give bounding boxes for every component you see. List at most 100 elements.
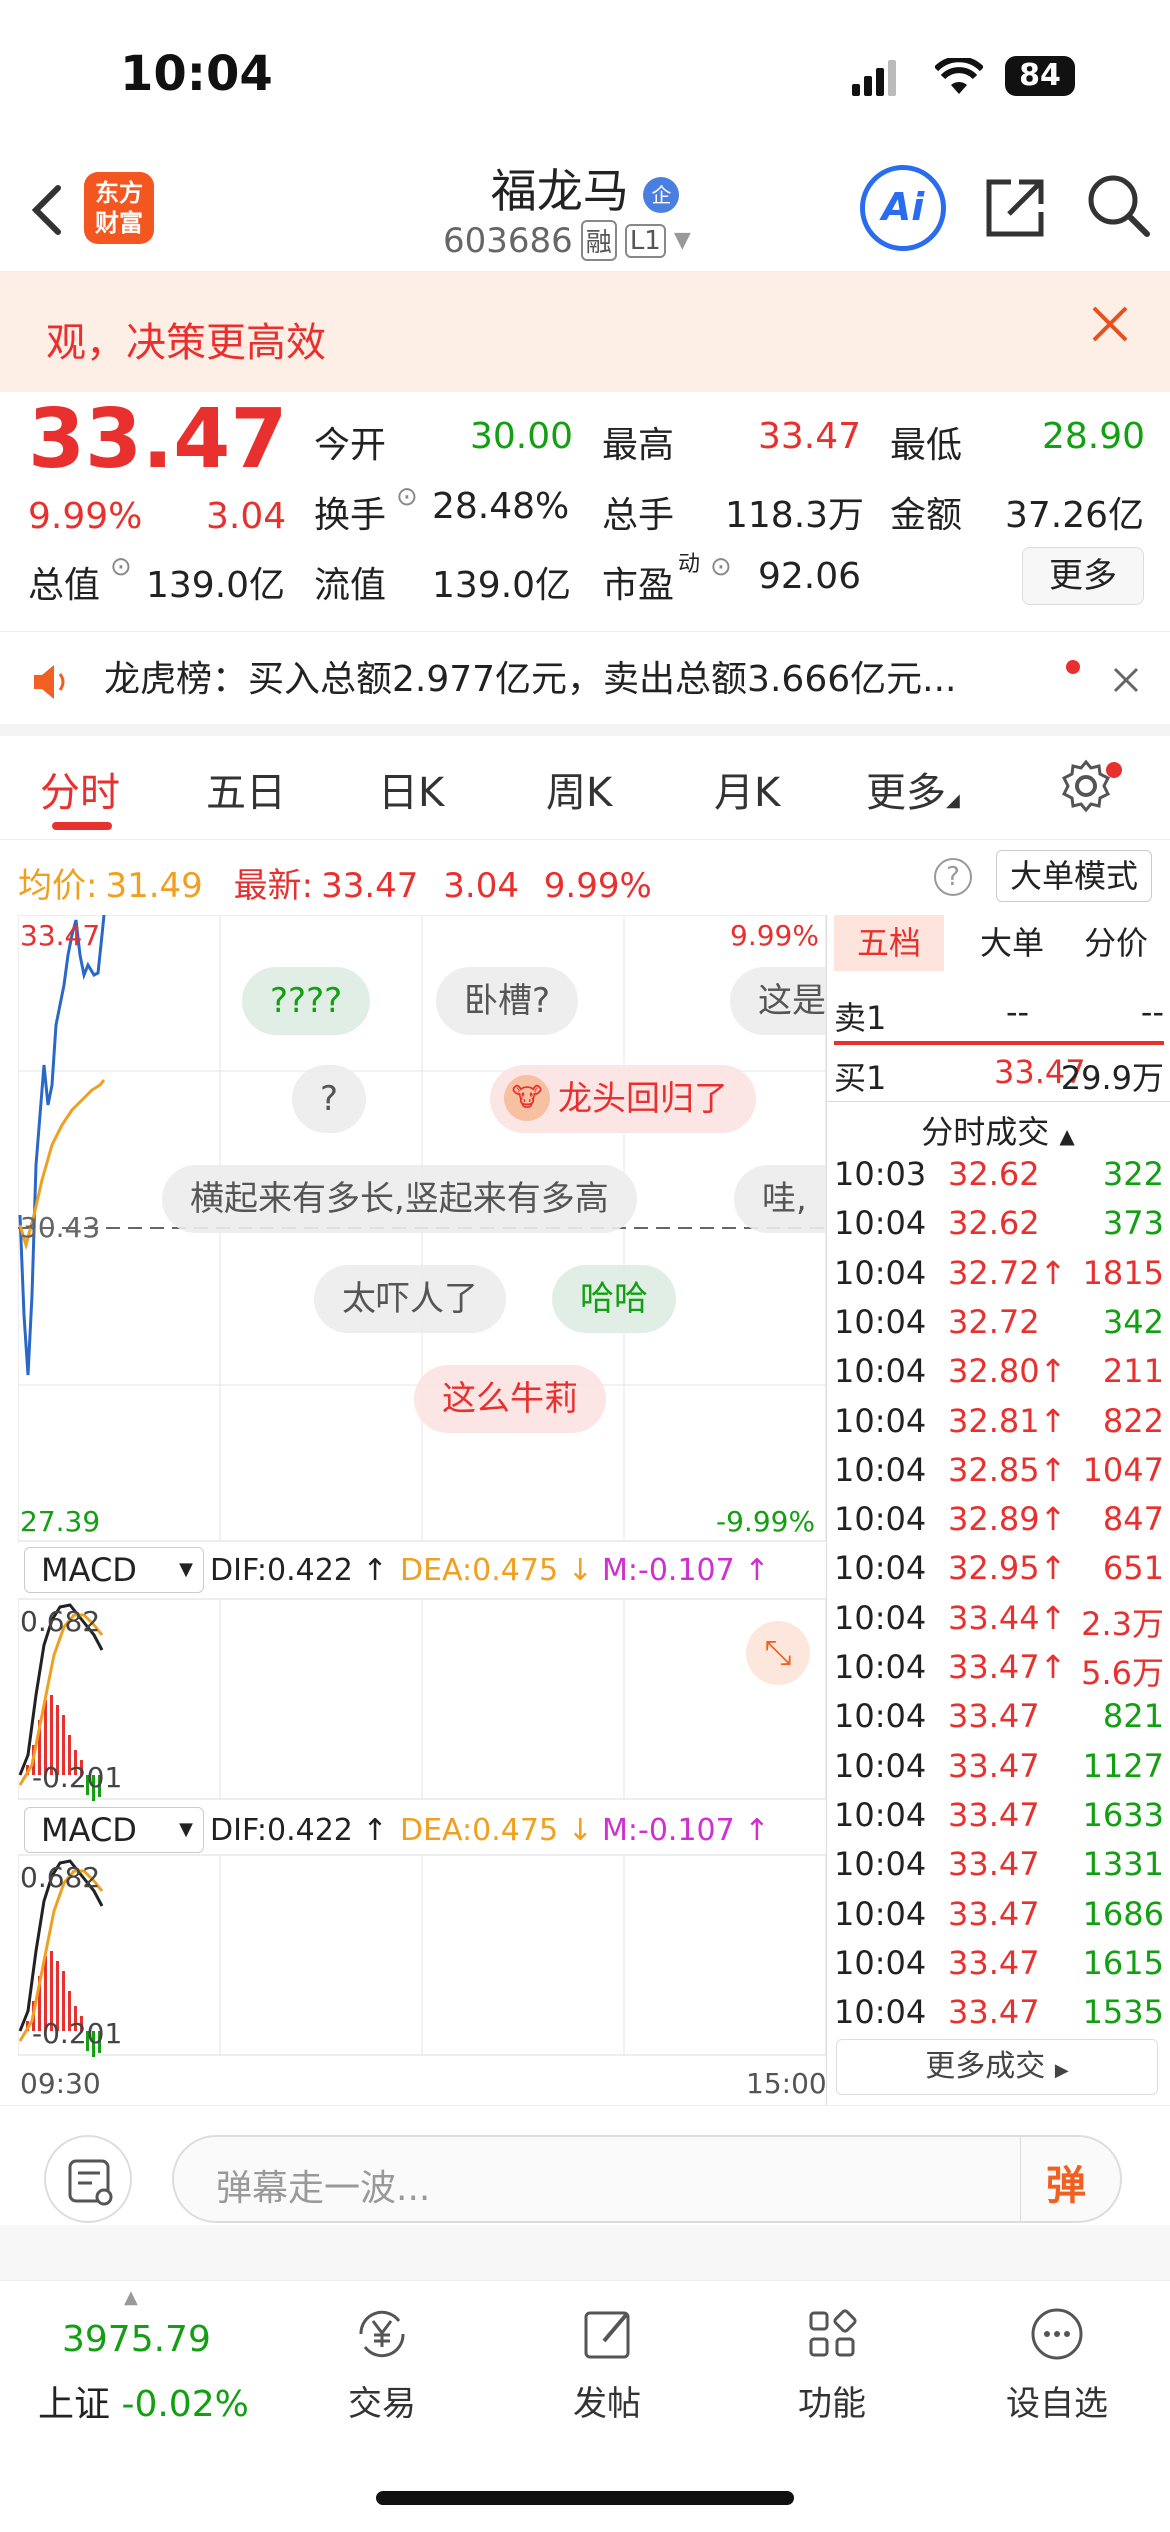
tab-daily-k[interactable]: 日K (378, 760, 444, 818)
tab-functions[interactable]: 功能 (762, 2301, 902, 2425)
tick-row: 10:04 33.47 1686 (834, 1895, 1164, 1943)
book-divider (834, 1041, 1164, 1045)
big-order-mode-button[interactable]: 大单模式 (996, 850, 1152, 902)
time-start-label: 09:30 (20, 2067, 101, 2100)
pe-label: 市盈 (602, 565, 675, 606)
tick-volume: 1815 (1082, 1253, 1164, 1292)
macd-selector[interactable]: MACD ▼ (24, 1547, 204, 1593)
danmu-bubble[interactable]: 🐮 龙头回归了 (490, 1065, 756, 1133)
tick-volume: 2.3万 (1081, 1604, 1164, 1643)
danmu-toggle-button[interactable]: 弹 (1046, 2153, 1086, 2211)
tick-time: 10:04 (834, 1795, 927, 1834)
tick-time: 10:04 (834, 1500, 927, 1539)
bottom-tab-bar: ▲ 3975.79 上证 -0.02% 交易 发帖 功能 设自选 (0, 2280, 1170, 2532)
macd-bottom-label: -0.201 (32, 1761, 123, 1794)
danmu-bubble[interactable]: 哇, (734, 1165, 826, 1233)
tick-price: 32.62 (948, 1155, 1040, 1193)
danmu-input[interactable]: 弹幕走一波... 弹 (172, 2135, 1122, 2223)
macd-name: MACD (41, 1551, 137, 1589)
index-ticker[interactable]: 上证 -0.02% (38, 2375, 249, 2427)
danmu-bubble[interactable]: 哈哈 (552, 1265, 676, 1333)
stock-code: 603686 (443, 220, 573, 261)
ai-button[interactable]: Ai (860, 165, 946, 251)
tick-row: 10:04 32.89↑ 847 (834, 1500, 1164, 1548)
volume-label: 总手 (602, 495, 675, 536)
stock-code-row[interactable]: 603686 融 L1 ▼ (443, 220, 691, 261)
pe-value: 92.06 (758, 556, 862, 597)
index-pct: -0.02% (121, 2384, 249, 2425)
tick-price: 33.47 (948, 1894, 1040, 1933)
danmu-bubble[interactable]: ???? (242, 967, 371, 1035)
info-icon[interactable]: ⊙ (110, 552, 132, 582)
wifi-icon (935, 58, 983, 94)
macd-dif: DIF:0.422 ↑ (210, 1813, 388, 1848)
expand-icon[interactable]: ⤡ (746, 1621, 810, 1685)
price-high-label: 33.47 (20, 919, 101, 952)
more-button[interactable]: 更多 (1022, 547, 1144, 605)
tab-add-watchlist-label: 设自选 (1006, 2384, 1108, 2424)
tick-volume: 373 (1102, 1204, 1164, 1243)
index-value[interactable]: 3975.79 (62, 2319, 211, 2360)
danmu-bubble[interactable]: 这么牛莉 (414, 1365, 606, 1433)
tab-big-order[interactable]: 大单 (962, 915, 1062, 971)
tick-volume: 821 (1102, 1697, 1164, 1736)
tab-monthly-k[interactable]: 月K (714, 760, 780, 818)
turnover-label: 换手 (314, 495, 387, 536)
tick-volume: 1331 (1082, 1845, 1164, 1884)
more-ticks-button[interactable]: 更多成交 ▶ (836, 2039, 1158, 2095)
close-icon[interactable] (1112, 666, 1140, 694)
tick-volume: 1535 (1082, 1993, 1164, 2032)
macd-m: M:-0.107 ↑ (602, 1813, 770, 1848)
low-value: 28.90 (1042, 416, 1146, 457)
chart-tabs: 分时 五日 日K 周K 月K 更多◢ (0, 736, 1170, 840)
tab-price-dist[interactable]: 分价 (1066, 915, 1166, 971)
info-icon[interactable]: ⊙ (396, 482, 418, 512)
tab-more[interactable]: 更多◢ (866, 760, 960, 818)
latest-change: 3.04 (443, 866, 519, 906)
danmu-bubble[interactable]: 横起来有多长,竖起来有多高 (162, 1165, 637, 1233)
dragon-tiger-notice[interactable]: 龙虎榜：买入总额2.977亿元，卖出总额3.666亿元... (0, 632, 1170, 736)
macd-top-label: 0.682 (20, 1605, 101, 1638)
search-icon[interactable] (1085, 172, 1151, 238)
info-icon[interactable]: ⊙ (710, 552, 732, 582)
intraday-chart[interactable]: 33.47 9.99% 30.43 27.39 -9.99% ???? 卧槽? … (18, 915, 827, 2100)
sort-up-icon: ▲ (1059, 1124, 1075, 1148)
danmu-bubble[interactable]: ? (292, 1065, 367, 1133)
promo-banner[interactable]: 观，决策更高效 (0, 272, 1170, 392)
ticks-title[interactable]: 分时成交 ▲ (826, 1107, 1170, 1153)
tick-row: 10:04 32.81↑ 822 (834, 1402, 1164, 1450)
chevron-icon: ◢ (946, 790, 960, 811)
close-icon[interactable] (1088, 302, 1132, 346)
share-icon[interactable] (983, 176, 1047, 240)
battery-level: 84 (1019, 58, 1061, 93)
pct-low-label: -9.99% (716, 1505, 816, 1538)
danmu-bubble[interactable]: 太吓人了 (314, 1265, 506, 1333)
tab-weekly-k[interactable]: 周K (546, 760, 612, 818)
price-mid-label: 30.43 (20, 1211, 101, 1244)
danmu-text: 龙头回归了 (558, 1079, 728, 1119)
danmu-bubble[interactable]: 卧槽? (436, 967, 579, 1035)
macd-dif: DIF:0.422 ↑ (210, 1553, 388, 1588)
tab-five-level[interactable]: 五档 (834, 915, 944, 971)
tick-price: 33.47 (948, 1697, 1040, 1736)
spacer (0, 2225, 1170, 2280)
tab-underline (52, 822, 112, 830)
divider (0, 2105, 1170, 2106)
tick-time: 10:03 (834, 1155, 927, 1193)
danmu-bubble[interactable]: 这是 (730, 967, 826, 1035)
high-value: 33.47 (758, 416, 862, 457)
tab-post[interactable]: 发帖 (537, 2301, 677, 2425)
tab-add-watchlist[interactable]: 设自选 (987, 2301, 1127, 2425)
tab-trade[interactable]: 交易 (312, 2301, 452, 2425)
tick-row: 10:04 32.95↑ 651 (834, 1549, 1164, 1597)
tick-volume: 822 (1102, 1401, 1164, 1440)
note-icon-button[interactable] (44, 2135, 132, 2223)
turnover-value: 28.48% (432, 486, 570, 527)
sell-price: -- (1006, 993, 1030, 1031)
tab-five-day[interactable]: 五日 (206, 760, 286, 818)
tab-intraday[interactable]: 分时 (40, 760, 120, 818)
help-icon[interactable]: ? (934, 858, 972, 896)
macd-selector[interactable]: MACD ▼ (24, 1807, 204, 1853)
note-icon (68, 2159, 113, 2206)
price-info-line: 均价: 31.49 最新: 33.47 3.04 9.99% (18, 858, 652, 907)
